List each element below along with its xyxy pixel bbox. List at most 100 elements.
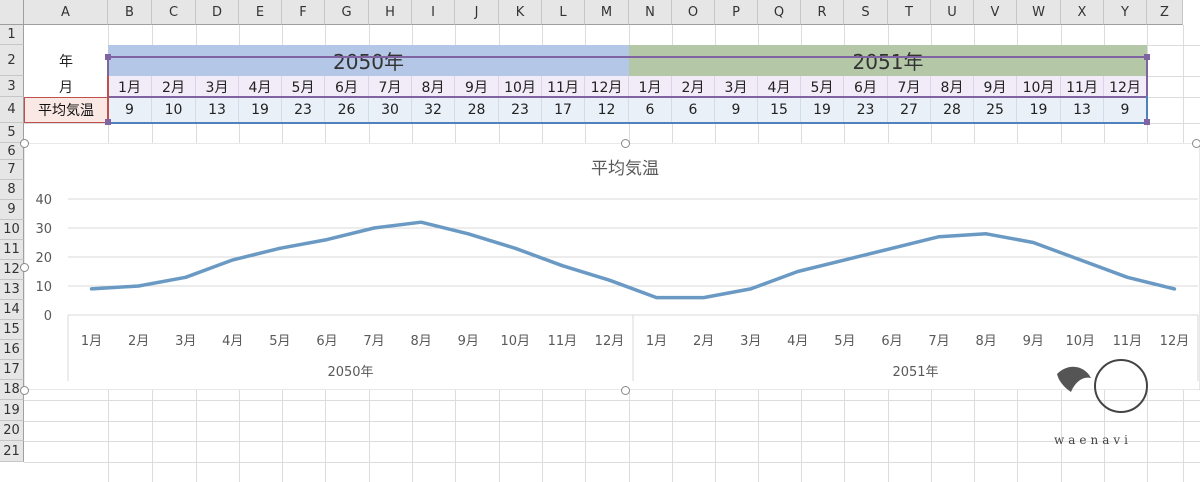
range-border-values bbox=[107, 96, 1148, 124]
x-tick-label: 8月 bbox=[975, 334, 996, 349]
column-header-w[interactable]: W bbox=[1017, 0, 1061, 25]
data-point[interactable] bbox=[1078, 258, 1082, 262]
row-header-3[interactable]: 3 bbox=[0, 76, 24, 97]
row-header-2[interactable]: 2 bbox=[0, 45, 24, 76]
row-header-20[interactable]: 20 bbox=[0, 421, 24, 441]
row-header-13[interactable]: 13 bbox=[0, 280, 24, 300]
row-header-7[interactable]: 7 bbox=[0, 160, 24, 180]
data-point[interactable] bbox=[749, 287, 753, 291]
y-tick-label: 30 bbox=[35, 222, 52, 237]
row-header-10[interactable]: 10 bbox=[0, 220, 24, 240]
row-header-16[interactable]: 16 bbox=[0, 340, 24, 360]
column-header-s[interactable]: S bbox=[844, 0, 888, 25]
y-tick-label: 20 bbox=[35, 251, 52, 266]
column-header-k[interactable]: K bbox=[499, 0, 542, 25]
data-point[interactable] bbox=[1125, 275, 1129, 279]
x-tick-label: 10月 bbox=[1066, 334, 1096, 349]
chart-area[interactable] bbox=[24, 143, 1200, 390]
row-header-21[interactable]: 21 bbox=[0, 441, 24, 462]
chart-title[interactable]: 平均気温 bbox=[591, 159, 659, 179]
data-point[interactable] bbox=[937, 235, 941, 239]
data-point[interactable] bbox=[466, 232, 470, 236]
x-tick-label: 2月 bbox=[693, 334, 714, 349]
column-header-h[interactable]: H bbox=[369, 0, 412, 25]
column-header-m[interactable]: M bbox=[585, 0, 629, 25]
column-header-t[interactable]: T bbox=[888, 0, 931, 25]
chart-resize-handle[interactable] bbox=[20, 139, 29, 148]
column-header-i[interactable]: I bbox=[412, 0, 455, 25]
data-point[interactable] bbox=[184, 275, 188, 279]
column-header-x[interactable]: X bbox=[1061, 0, 1104, 25]
range-handle[interactable] bbox=[1144, 119, 1150, 125]
data-point[interactable] bbox=[560, 264, 564, 268]
data-point[interactable] bbox=[419, 220, 423, 224]
range-handle[interactable] bbox=[105, 119, 111, 125]
data-point[interactable] bbox=[607, 278, 611, 282]
column-header-q[interactable]: Q bbox=[758, 0, 801, 25]
chart-resize-handle[interactable] bbox=[20, 263, 29, 272]
row-header-15[interactable]: 15 bbox=[0, 320, 24, 340]
column-header-a[interactable]: A bbox=[24, 0, 108, 25]
data-point[interactable] bbox=[890, 246, 894, 250]
column-header-r[interactable]: R bbox=[801, 0, 844, 25]
x-tick-label: 12月 bbox=[1160, 334, 1190, 349]
range-handle[interactable] bbox=[105, 54, 111, 60]
column-header-d[interactable]: D bbox=[196, 0, 239, 25]
row-header-9[interactable]: 9 bbox=[0, 200, 24, 220]
row2-label[interactable]: 年 bbox=[24, 45, 108, 76]
line-chart[interactable]: 平均気温 0 10 20 30 40 1月 2月 3月 4月 5月 6月 7月 8月 9月 10月 11月 12月… bbox=[24, 143, 1200, 390]
row-header-4[interactable]: 4 bbox=[0, 97, 24, 123]
data-point[interactable] bbox=[137, 284, 141, 288]
gridline-horizontal bbox=[24, 421, 1200, 422]
column-header-v[interactable]: V bbox=[974, 0, 1017, 25]
data-point[interactable] bbox=[231, 258, 235, 262]
column-header-o[interactable]: O bbox=[672, 0, 715, 25]
data-point[interactable] bbox=[796, 270, 800, 273]
row-header-8[interactable]: 8 bbox=[0, 180, 24, 200]
data-point[interactable] bbox=[278, 246, 282, 250]
column-header-e[interactable]: E bbox=[239, 0, 282, 25]
data-point[interactable] bbox=[843, 258, 847, 262]
data-point[interactable] bbox=[1172, 287, 1176, 291]
data-point[interactable] bbox=[702, 296, 706, 300]
column-header-n[interactable]: N bbox=[629, 0, 672, 25]
watermark-text: waenavi bbox=[1054, 433, 1132, 447]
range-handle[interactable] bbox=[1144, 54, 1150, 60]
x-tick-label: 5月 bbox=[269, 334, 290, 349]
data-point[interactable] bbox=[90, 287, 94, 291]
chart-resize-handle[interactable] bbox=[621, 139, 630, 148]
x-tick-label: 5月 bbox=[834, 334, 855, 349]
column-header-p[interactable]: P bbox=[715, 0, 758, 25]
data-point[interactable] bbox=[372, 226, 376, 230]
data-point[interactable] bbox=[1031, 241, 1035, 244]
column-header-z[interactable]: Z bbox=[1147, 0, 1183, 25]
column-header-l[interactable]: L bbox=[542, 0, 585, 25]
chart-resize-handle[interactable] bbox=[20, 386, 29, 395]
column-header-y[interactable]: Y bbox=[1104, 0, 1147, 25]
data-point[interactable] bbox=[984, 232, 988, 236]
select-all-corner[interactable] bbox=[0, 0, 24, 25]
row-header-17[interactable]: 17 bbox=[0, 360, 24, 380]
column-header-j[interactable]: J bbox=[455, 0, 499, 25]
row-header-1[interactable]: 1 bbox=[0, 25, 24, 45]
data-point[interactable] bbox=[655, 296, 659, 300]
x-tick-label: 7月 bbox=[928, 334, 949, 349]
column-header-u[interactable]: U bbox=[931, 0, 974, 25]
data-point[interactable] bbox=[325, 238, 329, 242]
column-header-b[interactable]: B bbox=[108, 0, 152, 25]
row-header-14[interactable]: 14 bbox=[0, 300, 24, 320]
data-point[interactable] bbox=[513, 246, 517, 250]
y-tick-label: 0 bbox=[44, 309, 52, 324]
chart-resize-handle[interactable] bbox=[621, 386, 630, 395]
gridline-horizontal bbox=[24, 462, 1200, 463]
x-tick-label: 11月 bbox=[1113, 334, 1143, 349]
x-tick-label: 6月 bbox=[881, 334, 902, 349]
column-header-c[interactable]: C bbox=[152, 0, 196, 25]
row-header-19[interactable]: 19 bbox=[0, 400, 24, 421]
row-header-11[interactable]: 11 bbox=[0, 240, 24, 260]
x-tick-label: 9月 bbox=[458, 334, 479, 349]
chart-resize-handle[interactable] bbox=[1192, 139, 1200, 148]
column-header-f[interactable]: F bbox=[282, 0, 325, 25]
column-header-g[interactable]: G bbox=[325, 0, 369, 25]
y-tick-label: 10 bbox=[35, 280, 52, 295]
